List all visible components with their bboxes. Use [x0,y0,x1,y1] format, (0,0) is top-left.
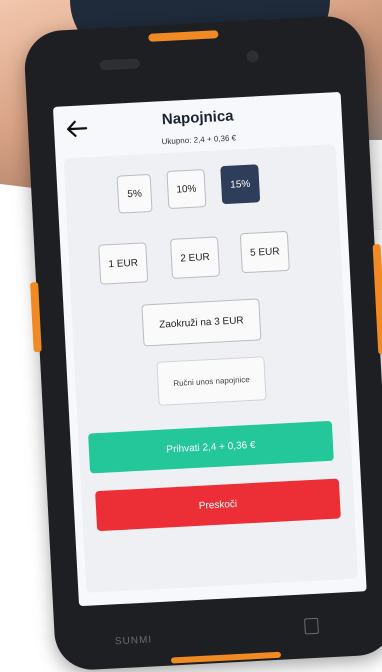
bottom-accent [170,651,282,664]
skip-tip-button[interactable]: Preskoči [95,478,341,532]
tip-10-percent-button[interactable]: 10% [166,169,207,210]
tip-panel: 5% 10% 15% 1 EUR 2 EUR 5 EUR Zaokruži na… [63,144,359,593]
round-up-button[interactable]: Zaokruži na 3 EUR [141,298,262,347]
right-side-button [372,243,382,355]
accept-tip-button[interactable]: Prihvati 2,4 + 0,36 € [88,420,334,474]
pos-device: Napojnica Ukupno: 2,4 + 0,36 € 5% 10% 15… [22,14,382,672]
tip-1-eur-button[interactable]: 1 EUR [98,242,149,285]
camera-icon [246,50,259,63]
tip-2-eur-button[interactable]: 2 EUR [170,236,221,279]
speaker-grille [99,58,141,71]
tip-5-percent-button[interactable]: 5% [116,173,153,214]
home-nav-icon[interactable] [304,617,319,635]
device-brand: SUNMI [114,634,153,648]
manual-tip-button[interactable]: Ručni unos napojnice [156,356,267,406]
tip-15-percent-button[interactable]: 15% [220,164,261,205]
device-screen: Napojnica Ukupno: 2,4 + 0,36 € 5% 10% 15… [52,91,367,607]
left-side-button [30,281,42,353]
tip-5-eur-button[interactable]: 5 EUR [239,230,290,274]
top-accent [148,30,219,42]
